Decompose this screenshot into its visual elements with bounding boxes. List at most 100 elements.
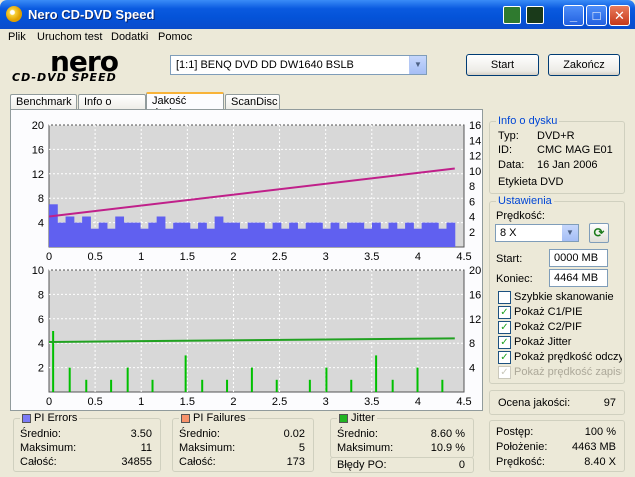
chart-0-bar [322,228,332,247]
window-title: Nero CD-DVD Speed [28,7,155,22]
position-label: Położenie: [496,441,548,453]
chart-1-x-tick: 3.5 [364,396,379,408]
menu-pomoc[interactable]: Pomoc [158,31,192,43]
read-speed-value: 8.40 X [584,456,616,468]
chart-1-x-tick: 0 [46,396,52,408]
title-bar[interactable]: Nero CD-DVD Speed _ □ ✕ [0,0,635,29]
chart-1-bar [201,379,204,392]
pi-failures-avg: 0.02 [283,428,305,440]
chart-0-x-tick: 2.5 [272,251,287,263]
pi-errors-title-text: PI Errors [34,412,78,424]
chart-0-bar [388,222,398,247]
chart-0-bar [338,228,348,247]
chart-0-bar [446,222,456,247]
end-field[interactable]: 4464 MB [549,269,608,287]
chart-0-y2-tick: 2 [469,227,475,239]
chart-0-x-tick: 1 [138,251,144,263]
chart-0-bar [355,222,365,247]
chart-0-bar [363,228,373,247]
chart-0-bar [380,228,390,247]
stop-button[interactable]: Zakończ [548,54,620,76]
checkbox-label-3: Pokaż Jitter [514,336,572,348]
po-errors-label: Błędy PO: [337,459,387,471]
chart-0-x-tick: 2 [230,251,236,263]
menu-uruchom-test[interactable]: Uruchom test [37,31,102,43]
pi-errors-title: PI Errors [20,412,80,424]
chart-1-bar [375,355,378,392]
chart-1-bar [126,367,129,392]
checkbox-2[interactable]: ✓ [498,321,511,334]
minimize-button[interactable]: _ [563,5,584,26]
disc-type-value: DVD+R [537,130,575,142]
chart-0-bar [347,222,356,247]
chart-1-y-tick: 8 [38,289,44,301]
disc-info-group: Info o dysku Typ: DVD+R ID: CMC MAG E01 … [489,115,625,194]
app-icon [6,6,22,22]
start-button[interactable]: Start [466,54,539,76]
extra-tool-1-icon[interactable] [503,6,521,24]
chart-0-bar [438,228,447,247]
chart-1-y2-tick: 8 [469,338,475,350]
chart-0-bar [421,222,431,247]
settings-title: Ustawienia [496,195,554,207]
checkbox-1[interactable]: ✓ [498,306,511,319]
chart-0-bar [156,216,166,247]
start-label: Start: [496,253,523,265]
maximize-button[interactable]: □ [586,5,607,26]
menu-dodatki[interactable]: Dodatki [111,31,148,43]
chart-1-bar [416,367,419,392]
checkbox-4[interactable]: ✓ [498,351,511,364]
chart-0-y-tick: 12 [32,169,44,181]
chart-0-bar [90,228,100,247]
close-button[interactable]: ✕ [609,5,630,26]
chart-1-y2-tick: 4 [469,363,475,375]
checkbox-label-1: Pokaż C1/PIE [514,306,583,318]
chart-0-bar [429,222,439,247]
chart-0-bar [247,222,257,247]
chart-0-bar [164,228,174,247]
speed-select[interactable]: 8 X ▼ [495,224,579,242]
chart-1-bar [441,379,444,392]
chart-0-x-tick: 3.5 [364,251,379,263]
chart-0-y2-tick: 16 [469,120,481,132]
chart-0-bar [140,228,149,247]
refresh-icon[interactable]: ⟳ [589,223,609,243]
quality-score-box: Ocena jakości: 97 [489,390,625,415]
chart-1-x-tick: 2.5 [272,396,287,408]
chart-1-y-tick: 2 [38,363,44,375]
chart-0-x-tick: 4 [415,251,421,263]
chart-0-bar [189,228,199,247]
chart-0-y2-tick: 6 [469,196,475,208]
checkbox-3[interactable]: ✓ [498,336,511,349]
chart-1-bar [184,355,187,392]
chart-1-bar [151,379,154,392]
chevron-down-icon[interactable]: ▼ [409,56,426,74]
drive-select[interactable]: [1:1] BENQ DVD DD DW1640 BSLB ▼ [170,55,427,75]
chart-1-bar [250,367,253,392]
chart-1-y-tick: 4 [38,338,44,350]
chart-0-y2-tick: 10 [469,166,481,178]
pi-errors-avg-label: Średnio: [20,428,61,440]
pi-failures-max: 5 [298,442,305,454]
start-field[interactable]: 0000 MB [549,249,608,267]
pi-errors-total: 34855 [121,456,152,468]
chart-1-x-tick: 4.5 [456,396,471,408]
chart-1-bar [226,379,229,392]
chevron-down-icon[interactable]: ▼ [562,225,578,241]
chart-0-bar [73,222,83,247]
chart-0-bar [57,222,67,247]
checkbox-label-2: Pokaż C2/PIF [514,321,582,333]
progress-label: Postęp: [496,426,534,438]
chart-1-bar [68,367,71,392]
extra-tool-2-icon[interactable] [526,6,544,24]
quality-score-value: 97 [603,397,616,409]
chart-0-bar [106,228,116,247]
chart-1-plot-area [48,269,465,393]
checkbox-0[interactable] [498,291,511,304]
progress-value: 100 % [584,426,616,438]
pi-failures-title-text: PI Failures [193,412,246,424]
menu-plik[interactable]: Plik [8,31,26,43]
pi-errors-max: 11 [140,442,152,454]
jitter-avg: 8.60 % [430,428,465,440]
chart-0-bar [98,222,108,247]
